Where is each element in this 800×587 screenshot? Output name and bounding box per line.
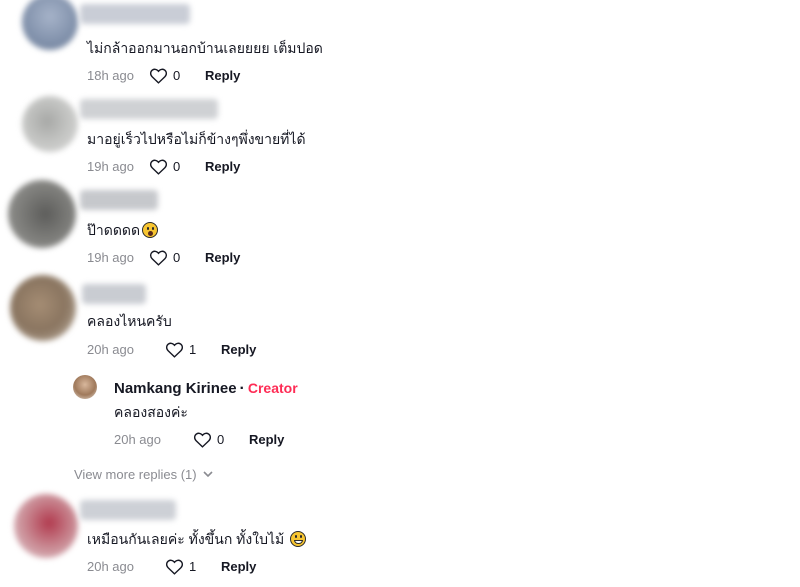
like-button[interactable]: 1 (165, 341, 221, 358)
like-button[interactable]: 0 (149, 249, 205, 266)
avatar[interactable] (22, 96, 78, 152)
username-blurred[interactable] (82, 284, 146, 304)
comment-text: มาอยู่เร็วไปหรือไม่ก็ข้างๆพึ่งขายที่ได้ (87, 131, 306, 147)
comment-text: ไม่กล้าออกมานอกบ้านเลยยยย เต็มปอด (87, 40, 323, 56)
comment-text-content: ป๊าดดดด (87, 222, 141, 238)
reply-meta: 20h ago 0 Reply (114, 431, 284, 448)
like-button[interactable]: 1 (165, 558, 221, 575)
username-blurred[interactable] (80, 190, 158, 210)
heart-icon (149, 159, 168, 175)
timestamp: 20h ago (87, 558, 134, 574)
comment-meta: 20h ago 1 Reply (87, 558, 256, 575)
timestamp: 19h ago (87, 158, 134, 174)
reply-text: คลองสองค่ะ (114, 404, 188, 420)
creator-header: Namkang Kirinee · Creator (114, 378, 298, 399)
view-more-replies-button[interactable]: View more replies (1) (74, 467, 213, 482)
like-count: 0 (173, 67, 181, 83)
timestamp: 18h ago (87, 67, 134, 83)
view-more-label: View more replies (1) (74, 467, 197, 482)
like-button[interactable]: 0 (149, 158, 205, 175)
creator-badge: Creator (247, 380, 298, 396)
like-count: 0 (173, 158, 181, 174)
reply-button[interactable]: Reply (205, 250, 240, 266)
creator-username[interactable]: Namkang Kirinee (114, 380, 237, 397)
like-count: 1 (189, 558, 197, 574)
comment-meta: 19h ago 0 Reply (87, 249, 240, 266)
timestamp: 19h ago (87, 249, 134, 265)
reply-button[interactable]: Reply (205, 68, 240, 84)
surprised-face-emoji (142, 222, 159, 238)
grinning-sweat-emoji (290, 531, 307, 547)
avatar[interactable] (22, 0, 78, 50)
username-blurred[interactable] (80, 500, 176, 520)
comment-meta: 19h ago 0 Reply (87, 158, 240, 175)
comment-text: เหมือนกันเลยค่ะ ทั้งขึ้นก ทั้งใบไม้ (87, 530, 307, 548)
heart-icon (149, 250, 168, 266)
reply-button[interactable]: Reply (205, 159, 240, 175)
comment-text-content: เหมือนกันเลยค่ะ ทั้งขึ้นก ทั้งใบไม้ (87, 531, 285, 547)
heart-icon (165, 342, 184, 358)
separator-dot: · (239, 380, 245, 397)
comment-text: คลองไหนครับ (87, 313, 172, 329)
comment-text: ป๊าดดดด (87, 221, 159, 239)
reply-button[interactable]: Reply (249, 432, 284, 448)
comment-meta: 20h ago 1 Reply (87, 341, 256, 358)
chevron-down-icon (203, 471, 213, 478)
username-blurred[interactable] (80, 4, 190, 24)
like-count: 0 (173, 249, 181, 265)
like-count: 0 (217, 431, 225, 447)
heart-icon (165, 559, 184, 575)
timestamp: 20h ago (87, 341, 134, 357)
avatar[interactable] (10, 275, 76, 341)
like-button[interactable]: 0 (149, 67, 205, 84)
heart-icon (193, 432, 212, 448)
like-count: 1 (189, 341, 197, 357)
creator-avatar[interactable] (73, 375, 97, 399)
timestamp: 20h ago (114, 431, 161, 447)
avatar[interactable] (14, 494, 78, 558)
avatar[interactable] (8, 180, 76, 248)
reply-button[interactable]: Reply (221, 559, 256, 575)
username-blurred[interactable] (80, 99, 218, 119)
like-button[interactable]: 0 (193, 431, 249, 448)
reply-button[interactable]: Reply (221, 342, 256, 358)
heart-icon (149, 68, 168, 84)
comment-meta: 18h ago 0 Reply (87, 67, 240, 84)
